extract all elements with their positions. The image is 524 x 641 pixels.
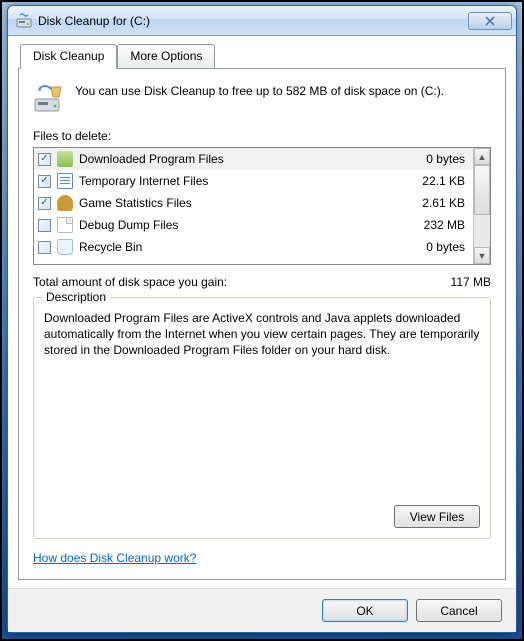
file-name: Debug Dump Files: [79, 218, 403, 232]
button-bar: OK Cancel: [8, 588, 516, 632]
cancel-button[interactable]: Cancel: [416, 599, 502, 622]
checkbox[interactable]: ✓: [38, 175, 51, 188]
file-row[interactable]: Recycle Bin 0 bytes: [34, 236, 473, 258]
scroll-down-button[interactable]: ▼: [474, 247, 490, 264]
cleanup-large-icon: [33, 83, 65, 115]
blank-file-icon: [57, 217, 73, 233]
total-row: Total amount of disk space you gain: 117…: [33, 275, 491, 289]
file-size: 232 MB: [409, 218, 469, 232]
disk-cleanup-icon: [16, 13, 32, 29]
total-label: Total amount of disk space you gain:: [33, 275, 451, 289]
description-text: Downloaded Program Files are ActiveX con…: [44, 310, 480, 497]
file-size: 0 bytes: [409, 240, 469, 254]
file-size: 2.61 KB: [409, 196, 469, 210]
tab-strip: Disk Cleanup More Options: [18, 44, 506, 69]
view-files-button[interactable]: View Files: [394, 505, 480, 528]
intro-row: You can use Disk Cleanup to free up to 5…: [33, 83, 491, 115]
tab-disk-cleanup[interactable]: Disk Cleanup: [20, 44, 117, 69]
document-icon: [57, 173, 73, 189]
close-button[interactable]: [468, 12, 512, 30]
content-area: Disk Cleanup More Options You can use Di…: [8, 36, 516, 588]
file-size: 0 bytes: [409, 152, 469, 166]
scroll-track[interactable]: [474, 215, 490, 247]
tab-more-options[interactable]: More Options: [117, 44, 215, 69]
file-list-rows: ✓ Downloaded Program Files 0 bytes ✓ Tem…: [34, 148, 473, 264]
file-row[interactable]: ✓ Temporary Internet Files 22.1 KB: [34, 170, 473, 192]
ok-button[interactable]: OK: [322, 599, 408, 622]
file-size: 22.1 KB: [409, 174, 469, 188]
chess-icon: [57, 195, 73, 211]
scroll-up-button[interactable]: ▲: [474, 148, 490, 165]
description-group: Description Downloaded Program Files are…: [33, 297, 491, 539]
scrollbar[interactable]: ▲ ▼: [473, 148, 490, 264]
checkbox[interactable]: [38, 241, 51, 254]
file-name: Temporary Internet Files: [79, 174, 403, 188]
file-row[interactable]: ✓ Game Statistics Files 2.61 KB: [34, 192, 473, 214]
window-title: Disk Cleanup for (C:): [38, 14, 150, 28]
file-name: Game Statistics Files: [79, 196, 403, 210]
file-list: ✓ Downloaded Program Files 0 bytes ✓ Tem…: [33, 147, 491, 265]
file-row[interactable]: ✓ Downloaded Program Files 0 bytes: [34, 148, 473, 170]
checkbox[interactable]: ✓: [38, 197, 51, 210]
tab-panel-cleanup: You can use Disk Cleanup to free up to 5…: [18, 68, 506, 580]
close-icon: [485, 16, 495, 26]
checkbox[interactable]: [38, 219, 51, 232]
files-label: Files to delete:: [33, 129, 491, 143]
intro-text: You can use Disk Cleanup to free up to 5…: [75, 83, 444, 115]
dialog-window: Disk Cleanup for (C:) Disk Cleanup More …: [7, 5, 517, 633]
file-row[interactable]: Debug Dump Files 232 MB: [34, 214, 473, 236]
titlebar: Disk Cleanup for (C:): [8, 6, 516, 36]
help-link[interactable]: How does Disk Cleanup work?: [33, 551, 491, 565]
description-title: Description: [42, 290, 110, 304]
description-actions: View Files: [44, 505, 480, 528]
file-name: Downloaded Program Files: [79, 152, 403, 166]
scroll-thumb[interactable]: [474, 165, 490, 215]
recycle-bin-icon: [57, 239, 73, 255]
total-value: 117 MB: [451, 275, 491, 289]
checkbox[interactable]: ✓: [38, 153, 51, 166]
file-name: Recycle Bin: [79, 240, 403, 254]
folder-icon: [57, 151, 73, 167]
